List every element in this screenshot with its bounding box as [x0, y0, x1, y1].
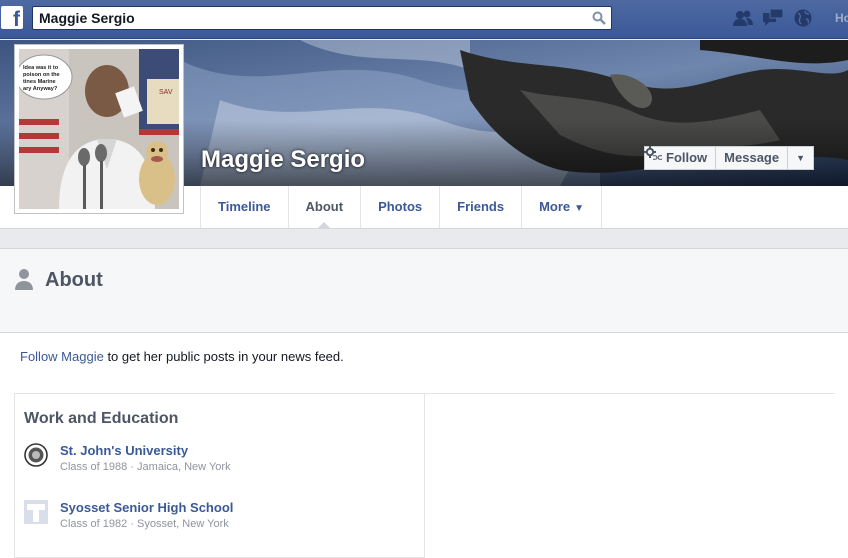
- profile-photo-image: SAV Idea was it to poison on the tines M…: [19, 49, 179, 209]
- chevron-down-icon: ▼: [796, 153, 806, 163]
- person-icon: [15, 269, 33, 290]
- search-input[interactable]: [33, 7, 573, 29]
- school-details: Class of 1988 · Jamaica, New York: [60, 461, 231, 473]
- home-link[interactable]: Ho: [835, 11, 848, 25]
- messages-icon[interactable]: [762, 8, 784, 28]
- profile-name: Maggie Sergio: [201, 146, 366, 173]
- message-button[interactable]: Message: [716, 146, 789, 170]
- profile-tabs: Timeline About Photos Friends More ▼: [200, 186, 603, 229]
- about-content: Follow Maggie to get her public posts in…: [0, 333, 848, 558]
- tab-friends[interactable]: Friends: [440, 186, 523, 228]
- tab-photos[interactable]: Photos: [361, 186, 441, 228]
- follow-link[interactable]: Follow Maggie: [20, 349, 104, 364]
- follow-label: Follow: [666, 150, 708, 165]
- notifications-globe-icon[interactable]: [792, 8, 814, 28]
- school-details: Class of 1982 · Syosset, New York: [60, 518, 229, 530]
- tab-timeline[interactable]: Timeline: [201, 186, 289, 228]
- page-title: About: [45, 269, 103, 291]
- school-placeholder-icon[interactable]: [24, 500, 48, 524]
- svg-text:Idea was it to poison on: Idea was it to poison on the tines Marin…: [23, 65, 61, 92]
- photo-caption-line-3: tines Marine: [23, 79, 56, 85]
- photo-caption-line-2: poison on the: [23, 72, 60, 78]
- school-name-link[interactable]: St. John's University: [60, 443, 188, 458]
- university-seal-icon[interactable]: [24, 443, 48, 467]
- photo-caption-line-1: Idea was it to: [23, 65, 59, 71]
- top-bar: f Ho: [0, 0, 848, 39]
- school-name-link[interactable]: Syosset Senior High School: [60, 500, 233, 515]
- photo-caption-line-4: ary Anyway?: [23, 86, 58, 92]
- work-education-section: Work and Education St. John's University…: [14, 394, 425, 558]
- search-box[interactable]: [32, 6, 612, 30]
- about-section-header: About: [0, 248, 848, 333]
- tab-about[interactable]: About: [289, 186, 362, 229]
- svg-text:SAV: SAV: [159, 89, 173, 96]
- tab-more[interactable]: More ▼: [522, 186, 603, 228]
- message-label: Message: [724, 150, 780, 165]
- follow-prompt: Follow Maggie to get her public posts in…: [20, 349, 344, 364]
- chevron-down-icon: ▼: [574, 203, 585, 214]
- search-icon[interactable]: [592, 11, 606, 25]
- tab-more-label: More: [539, 199, 571, 214]
- profile-picture[interactable]: SAV Idea was it to poison on the tines M…: [14, 44, 184, 214]
- facebook-logo[interactable]: f: [1, 6, 23, 29]
- follow-prompt-text: to get her public posts in your news fee…: [103, 349, 344, 364]
- jewel-bar: [732, 8, 814, 28]
- cover-action-buttons: ⫗ Follow Message ▼: [644, 146, 815, 170]
- gear-icon: [644, 146, 656, 158]
- section-title: Work and Education: [24, 410, 179, 427]
- friend-requests-icon[interactable]: [732, 8, 754, 28]
- options-gear-button[interactable]: ▼: [644, 146, 815, 170]
